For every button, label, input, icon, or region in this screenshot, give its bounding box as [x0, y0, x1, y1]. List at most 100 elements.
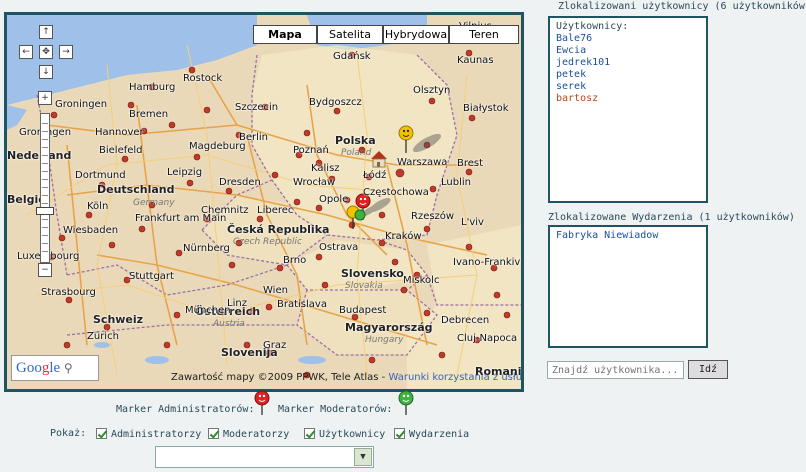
- city-label: Debrecen: [441, 315, 490, 326]
- pan-right-icon[interactable]: →: [59, 45, 73, 59]
- city-label: Hamburg: [129, 82, 176, 93]
- city-label: Ostrava: [319, 242, 359, 253]
- copyright-text: Zawartość mapy ©2009 PPWK, Tele Atlas -: [171, 372, 389, 383]
- city-label: Stuttgart: [129, 271, 174, 282]
- city-label: Białystok: [463, 103, 509, 114]
- city-label: Köln: [87, 201, 109, 212]
- city-label: Kalisz: [311, 163, 340, 174]
- zoom-slider-track[interactable]: [40, 113, 50, 263]
- city-label: Linz: [227, 298, 247, 309]
- legend-mod-label: Marker Moderatorów:: [278, 404, 393, 415]
- pan-left-icon[interactable]: ←: [19, 45, 33, 59]
- city-label: Budapest: [339, 305, 387, 316]
- city-label: Hannover: [95, 127, 144, 138]
- users-panel-title: Zlokalizowani użytkownicy (6 użytkownikó…: [558, 1, 806, 12]
- map-type-hybrid-button[interactable]: Hybrydowa: [383, 25, 449, 44]
- users-list-header: Użytkownicy:: [556, 21, 629, 32]
- map-type-satellite-button[interactable]: Satelita: [317, 25, 383, 44]
- checkbox-checked-icon[interactable]: [394, 428, 405, 439]
- city-label: Bratislava: [277, 299, 327, 310]
- checkbox-checked-icon[interactable]: [304, 428, 315, 439]
- user-link[interactable]: Bale76: [556, 33, 700, 45]
- pan-center-icon[interactable]: ✥: [39, 45, 53, 59]
- pan-down-icon[interactable]: ↓: [39, 65, 53, 79]
- city-label: Warszawa: [397, 157, 448, 168]
- page: Polska Poland Deutschland Germany Česká …: [0, 0, 806, 472]
- filters-label: Pokaż:: [50, 428, 87, 439]
- city-label: Kaunas: [457, 55, 494, 66]
- city-label: Wiesbaden: [63, 225, 119, 236]
- filter-events[interactable]: Wydarzenia: [394, 428, 469, 440]
- google-logo[interactable]: Google ⚲: [11, 355, 99, 381]
- location-select[interactable]: ▼: [155, 446, 374, 468]
- city-label: Bremen: [129, 109, 169, 120]
- city-label: Bielefeld: [99, 145, 143, 156]
- country-label: Slovensko: [341, 267, 404, 280]
- city-label: Liberec: [257, 205, 294, 216]
- zoom-in-icon[interactable]: +: [38, 91, 52, 105]
- city-label: Leipzig: [167, 167, 203, 178]
- map-type-map-button[interactable]: Mapa: [253, 25, 317, 44]
- city-label: Wien: [263, 285, 288, 296]
- mod-marker-icon: [398, 390, 414, 415]
- chevron-down-icon[interactable]: ▼: [354, 448, 372, 466]
- city-label: Szczecin: [235, 102, 279, 113]
- filter-mods[interactable]: Moderatorzy: [208, 428, 289, 440]
- map-view[interactable]: Polska Poland Deutschland Germany Česká …: [4, 12, 524, 392]
- checkbox-checked-icon[interactable]: [96, 428, 107, 439]
- country-label: Polska: [335, 134, 376, 147]
- user-link[interactable]: Ewcia: [556, 45, 700, 57]
- checkbox-checked-icon[interactable]: [208, 428, 219, 439]
- user-link[interactable]: serek: [556, 81, 700, 93]
- zoom-slider-thumb[interactable]: [36, 207, 54, 215]
- country-label: Deutschland: [97, 183, 175, 196]
- country-label: Germany: [133, 198, 175, 208]
- logo-text: le: [49, 360, 61, 376]
- user-link[interactable]: jedrek101: [556, 57, 700, 69]
- city-label: Graz: [263, 340, 287, 351]
- mod-marker-icon[interactable]: [354, 209, 366, 221]
- search-user-input[interactable]: [547, 361, 684, 379]
- filter-label: Wydarzenia: [409, 429, 470, 440]
- city-label: Wrocław: [293, 177, 336, 188]
- user-link[interactable]: bartosz: [556, 93, 700, 105]
- city-label: Poznań: [293, 145, 329, 156]
- events-list[interactable]: Fabryka Niewiadow: [548, 225, 708, 348]
- terms-link[interactable]: Warunki korzystania z usługi: [388, 372, 521, 383]
- map-canvas[interactable]: [7, 15, 521, 389]
- users-list[interactable]: Użytkownicy: Bale76 Ewcia jedrek101 pete…: [548, 16, 708, 203]
- city-label: Opole: [319, 194, 349, 205]
- country-label: Hungary: [365, 335, 404, 345]
- city-label: Groningen: [55, 99, 108, 110]
- city-label: Chemnitz: [201, 205, 249, 216]
- filter-label: Użytkownicy: [319, 429, 386, 440]
- filter-label: Administratorzy: [111, 429, 202, 440]
- events-panel-title: Zlokalizowane Wydarzenia (1 użytkowników…: [548, 212, 795, 223]
- city-label: Magdeburg: [189, 141, 246, 152]
- zoom-out-icon[interactable]: −: [38, 263, 52, 277]
- city-label: Rzeszów: [411, 211, 455, 222]
- user-link[interactable]: petek: [556, 69, 700, 81]
- city-label: Rostock: [183, 73, 223, 84]
- map-copyright: Zawartość mapy ©2009 PPWK, Tele Atlas - …: [171, 372, 521, 383]
- filter-admins[interactable]: Administratorzy: [96, 428, 201, 440]
- search-go-button[interactable]: Idź: [688, 360, 728, 379]
- filter-users[interactable]: Użytkownicy: [304, 428, 385, 440]
- logo-text: Goo: [16, 360, 42, 376]
- admin-marker-icon: [254, 390, 270, 415]
- country-label: Poland: [341, 148, 372, 158]
- country-label: Slovakia: [345, 281, 383, 291]
- city-label: L'viv: [461, 217, 484, 228]
- city-label: Kraków: [385, 231, 422, 242]
- city-label: Dortmund: [75, 170, 126, 181]
- city-label: Olsztyn: [413, 85, 451, 96]
- filter-label: Moderatorzy: [223, 429, 290, 440]
- city-label: Bydgoszcz: [309, 97, 362, 108]
- event-link[interactable]: Fabryka Niewiadow: [556, 230, 700, 242]
- legend-admin-label: Marker Administratorów:: [116, 404, 255, 415]
- city-label: Strasbourg: [41, 287, 96, 298]
- map-type-terrain-button[interactable]: Teren: [449, 25, 519, 44]
- pan-up-icon[interactable]: ↑: [39, 25, 53, 39]
- city-label: Łódź: [363, 170, 387, 181]
- city-label: Dresden: [219, 177, 261, 188]
